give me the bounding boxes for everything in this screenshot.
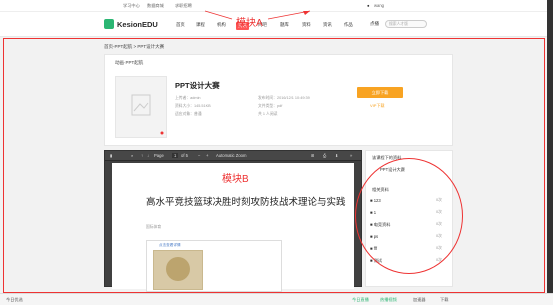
resource-type: 文件类型：pdf bbox=[258, 104, 283, 108]
zoom-in-icon[interactable]: + bbox=[206, 153, 208, 158]
module-b-ellipse bbox=[355, 158, 463, 274]
page-total: of 5 bbox=[181, 153, 188, 158]
zoom-select[interactable]: Automatic Zoom bbox=[216, 153, 247, 158]
print-icon[interactable]: ⎙ bbox=[323, 153, 326, 158]
viewer-toolbar: ▮ ⌕ ↑ ↓ Page 1 of 5 − + Automatic Zoom ⊞… bbox=[105, 151, 361, 161]
next-page-icon[interactable]: ↓ bbox=[147, 153, 149, 158]
image-placeholder-icon bbox=[131, 94, 164, 135]
status-bar: 今日优选 今日直播 热播视频 加速器 下载 bbox=[0, 293, 553, 305]
resource-category: 适应对象：普通 bbox=[175, 112, 202, 116]
zoom-out-icon[interactable]: − bbox=[198, 153, 200, 158]
sidebar-toggle-icon[interactable]: ▮ bbox=[110, 153, 112, 158]
annotation-module-b: 模块B bbox=[222, 174, 249, 185]
breadcrumb[interactable]: 首页-PPT起航 > PPT设计大赛 bbox=[104, 44, 164, 50]
browser-side-panel bbox=[547, 0, 553, 293]
section-title: 动画·PPT起航 bbox=[115, 60, 144, 65]
resource-title: PPT设计大赛 bbox=[175, 81, 220, 90]
document-embedded-box: 点击查看详情 bbox=[146, 240, 282, 292]
resource-upload-time: 发布时间：2016/12/1 10:49:39 bbox=[258, 96, 310, 100]
tools-icon[interactable]: » bbox=[350, 153, 352, 158]
document-title: 高水平竞技篮球决胜时刻攻防技战术理论与实践 bbox=[146, 197, 346, 208]
presentation-icon[interactable]: ⊞ bbox=[311, 153, 315, 158]
bottom-left-item[interactable]: 今日优选 bbox=[6, 297, 23, 303]
document-author: 国际体育 bbox=[146, 225, 162, 229]
find-icon[interactable]: ⌕ bbox=[131, 153, 133, 158]
resource-size: 资料大小：145.51KB bbox=[175, 104, 211, 108]
bottom-item-video[interactable]: 热播视频 bbox=[380, 297, 397, 303]
download-icon[interactable]: ⬇ bbox=[335, 153, 339, 158]
document-image bbox=[153, 250, 203, 290]
page-number-input[interactable]: 1 bbox=[172, 153, 179, 158]
bottom-item-download[interactable]: 下载 bbox=[440, 297, 448, 303]
prev-page-icon[interactable]: ↑ bbox=[141, 153, 143, 158]
bottom-item-live[interactable]: 今日直播 bbox=[352, 297, 369, 303]
download-button[interactable]: 立即下载 bbox=[357, 87, 403, 98]
resource-thumbnail bbox=[115, 76, 167, 138]
box-caption[interactable]: 点击查看详情 bbox=[159, 243, 181, 248]
resource-uploader: 上传者：admin bbox=[175, 96, 201, 100]
resource-readers: 共 1 人阅读 bbox=[258, 112, 278, 116]
vip-download-link[interactable]: VIP下载 bbox=[370, 103, 384, 109]
bottom-item-accelerator[interactable]: 加速器 bbox=[413, 297, 426, 303]
emblem-icon bbox=[166, 257, 190, 281]
page-label: Page bbox=[154, 153, 164, 158]
